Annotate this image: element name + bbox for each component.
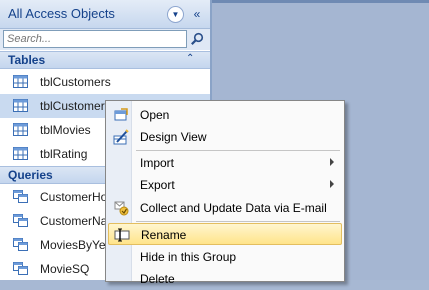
menu-item-label: Rename (141, 228, 187, 242)
nav-item-label: tblMovies (40, 123, 91, 137)
query-icon (13, 190, 28, 203)
chevron-down-icon[interactable]: ▼ (167, 6, 184, 23)
context-menu: Open Design View Import Export Collect a… (105, 100, 345, 286)
nav-pane-title: All Access Objects (8, 6, 115, 21)
collect-data-icon (114, 201, 129, 216)
query-icon (13, 214, 28, 227)
group-label: Queries (8, 168, 53, 182)
design-view-icon (113, 129, 129, 145)
nav-item-label: MovieSQ (40, 262, 90, 276)
submenu-arrow-icon (330, 158, 334, 166)
search-input[interactable] (3, 30, 187, 48)
submenu-arrow-icon (330, 180, 334, 188)
menu-item-label: Hide in this Group (140, 250, 237, 264)
nav-pane-header[interactable]: All Access Objects ▼ « (0, 0, 210, 29)
menu-item-export[interactable]: Export (108, 174, 342, 196)
table-icon (13, 99, 28, 112)
double-chevron-left-icon[interactable]: « (189, 6, 205, 23)
nav-item-table[interactable]: tblCustomers (0, 70, 210, 94)
query-icon (13, 238, 28, 251)
menu-item-label: Import (140, 156, 175, 170)
rename-icon (114, 228, 130, 242)
table-icon (13, 75, 28, 88)
group-header-tables[interactable]: Tables ⌃ (0, 51, 210, 69)
menu-item-label: Delete (140, 272, 175, 286)
group-label: Tables (8, 53, 46, 67)
menu-item-label: Export (140, 178, 175, 192)
menu-item-import[interactable]: Import (108, 152, 342, 174)
menu-item-rename[interactable]: Rename (108, 223, 342, 245)
open-icon (114, 108, 128, 121)
menu-item-design-view[interactable]: Design View (108, 126, 342, 148)
menu-item-open[interactable]: Open (108, 104, 342, 126)
query-icon (13, 262, 28, 275)
search-icon[interactable] (189, 31, 205, 47)
menu-item-collect-data[interactable]: Collect and Update Data via E-mail (108, 197, 342, 219)
menu-item-label: Design View (140, 130, 207, 144)
collapse-up-icon[interactable]: ⌃ (186, 53, 194, 64)
search-bar (0, 29, 210, 50)
menu-separator (136, 221, 340, 222)
nav-item-label: tblCustomers (40, 75, 111, 89)
menu-item-hide-in-group[interactable]: Hide in this Group (108, 246, 342, 268)
nav-item-label: tblRating (40, 147, 88, 161)
menu-item-delete[interactable]: Delete (108, 268, 342, 290)
table-icon (13, 147, 28, 160)
menu-separator (136, 150, 340, 151)
menu-item-label: Collect and Update Data via E-mail (140, 201, 327, 215)
menu-item-label: Open (140, 108, 170, 122)
workspace-top-border (212, 0, 429, 3)
table-icon (13, 123, 28, 136)
